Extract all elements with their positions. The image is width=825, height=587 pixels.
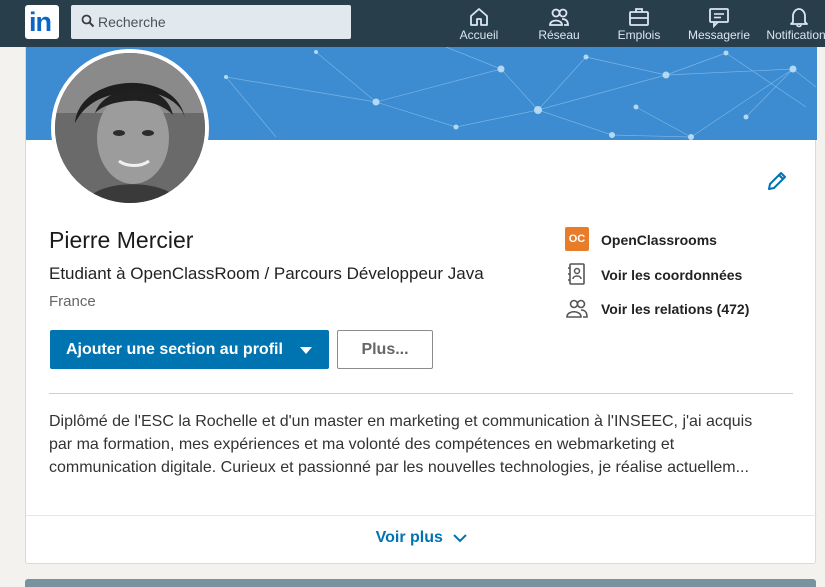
profile-summary: Diplômé de l'ESC la Rochelle et d'un mas… (49, 410, 799, 482)
summary-divider (26, 515, 817, 516)
briefcase-icon (629, 8, 649, 26)
profile-avatar[interactable] (51, 49, 209, 207)
nav-jobs-label: Emplois (617, 28, 661, 42)
next-card-edge (25, 579, 816, 587)
home-icon (470, 8, 488, 26)
connections-label: Voir les relations (472) (601, 301, 750, 317)
company-name: OpenClassrooms (601, 232, 717, 248)
edit-pencil-icon[interactable] (765, 169, 789, 193)
nav-notifications-label: Notifications (766, 28, 825, 42)
search-icon (81, 14, 95, 28)
bell-icon (790, 8, 808, 28)
more-button[interactable]: Plus... (337, 330, 433, 369)
nav-jobs[interactable]: Emplois (599, 0, 679, 47)
nav-home-label: Accueil (459, 28, 499, 42)
nav-home[interactable]: Accueil (439, 0, 519, 47)
nav-network[interactable]: Réseau (519, 0, 599, 47)
section-divider (49, 393, 793, 394)
caret-down-icon (300, 347, 312, 354)
network-icon (549, 8, 569, 26)
nav-messaging-label: Messagerie (687, 28, 751, 42)
contact-card-icon (568, 263, 585, 285)
search-box[interactable] (71, 5, 351, 39)
messaging-icon (709, 8, 729, 28)
profile-card: Pierre Mercier Etudiant à OpenClassRoom … (25, 47, 817, 564)
connections-icon (566, 299, 588, 318)
summary-line: Diplômé de l'ESC la Rochelle et d'un mas… (49, 413, 753, 430)
chevron-down-icon (453, 534, 468, 543)
add-profile-section-button[interactable]: Ajouter une section au profil (50, 330, 329, 369)
add-profile-section-label: Ajouter une section au profil (66, 340, 283, 358)
nav-messaging[interactable]: Messagerie (679, 0, 759, 47)
nav-network-label: Réseau (538, 28, 580, 42)
see-more-label: Voir plus (375, 529, 443, 546)
profile-location: France (49, 293, 96, 310)
openclassrooms-logo-icon: OC (565, 227, 589, 251)
profile-photo (55, 53, 205, 203)
summary-line: par ma formation, mes expériences et ma … (49, 436, 675, 453)
profile-headline: Etudiant à OpenClassRoom / Parcours Déve… (49, 264, 484, 283)
search-input[interactable] (98, 5, 343, 39)
top-navbar: in Accueil Réseau Emplois (0, 0, 825, 47)
nav-notifications[interactable]: Notifications (759, 0, 825, 47)
contact-info-label: Voir les coordonnées (601, 267, 743, 283)
profile-name: Pierre Mercier (49, 227, 194, 253)
see-more-button[interactable]: Voir plus (26, 529, 817, 547)
linkedin-logo[interactable]: in (25, 5, 59, 39)
summary-line: communication digitale. Curieux et passi… (49, 459, 749, 476)
logo-text: in (29, 7, 52, 37)
